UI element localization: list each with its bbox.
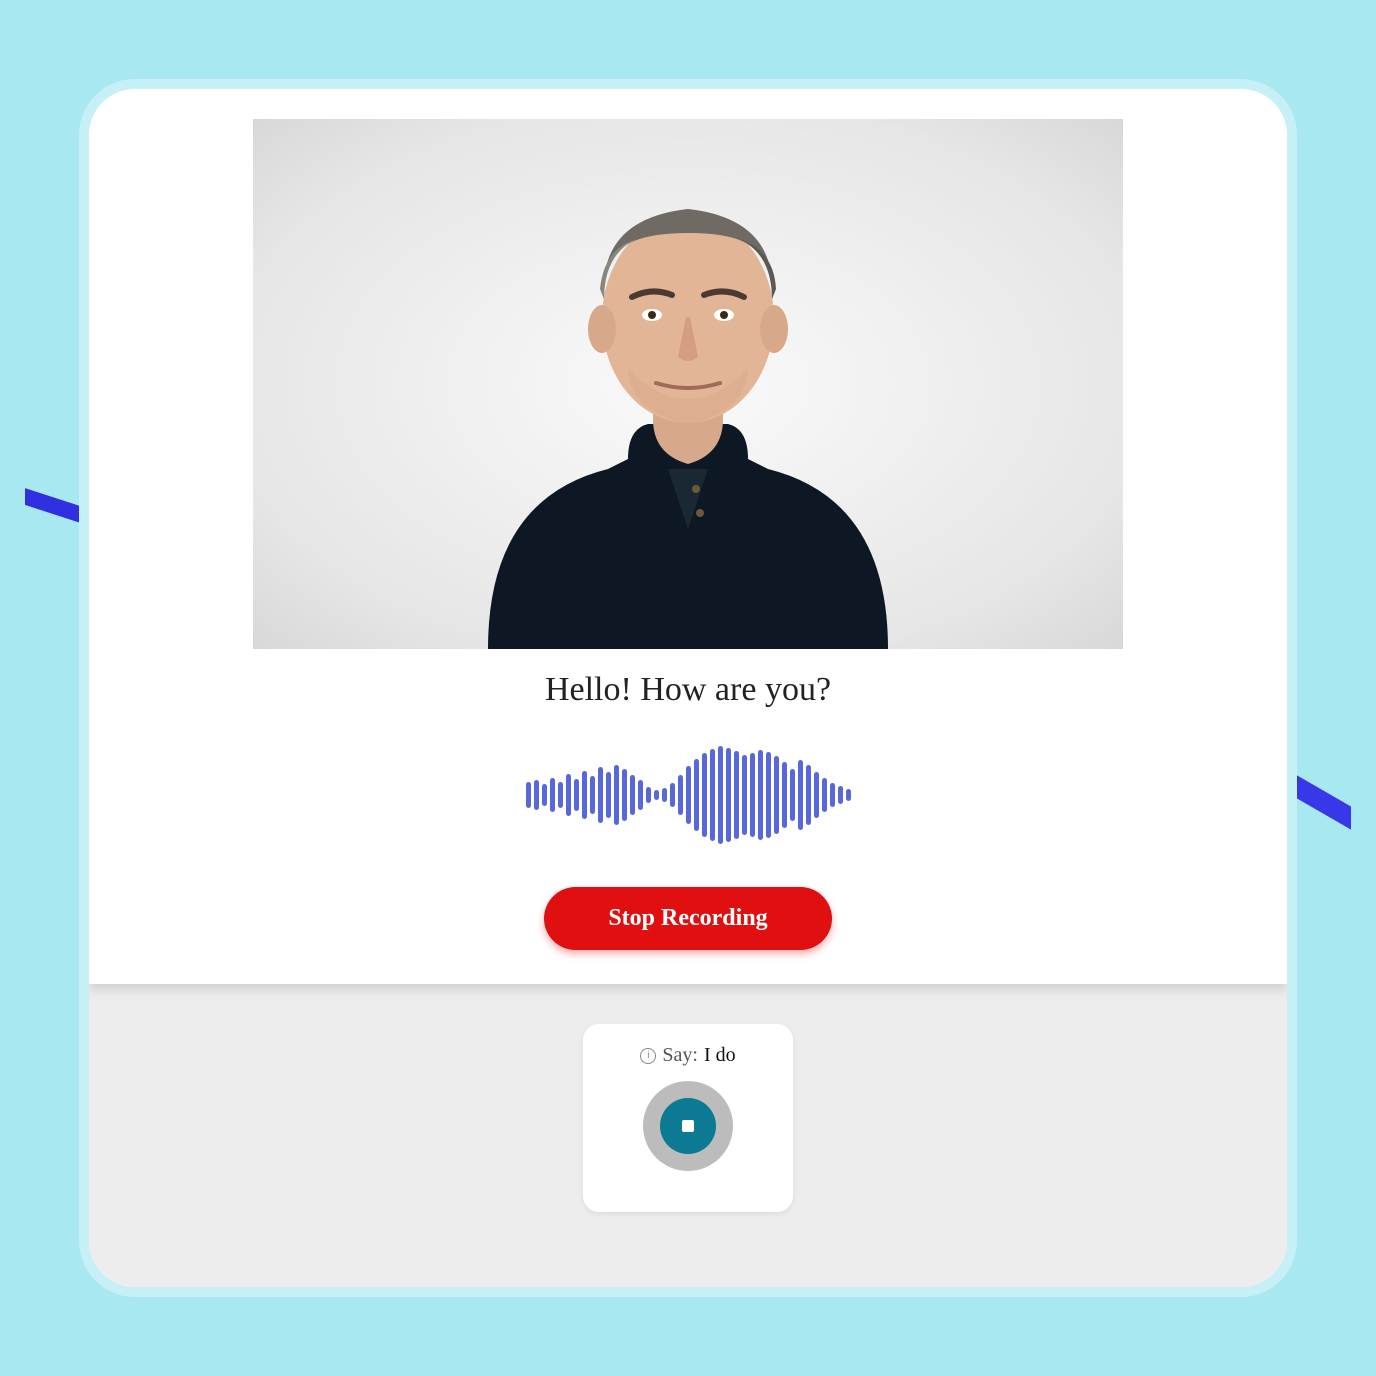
waveform-bar [630, 775, 635, 815]
waveform-bar [646, 787, 651, 803]
info-icon: i [640, 1048, 656, 1064]
waveform-bar [830, 783, 835, 807]
waveform-bar [662, 788, 667, 802]
waveform-bar [710, 749, 715, 841]
waveform-bar [534, 780, 539, 810]
stop-icon [682, 1120, 694, 1132]
waveform-bar [638, 780, 643, 810]
waveform-bar [686, 766, 691, 824]
waveform-bar [846, 789, 851, 801]
waveform-bar [574, 779, 579, 811]
waveform-bar [798, 760, 803, 830]
waveform-bar [542, 784, 547, 806]
conversation-panel: Hello! How are you? Stop Recording [89, 89, 1287, 984]
waveform-bar [622, 769, 627, 821]
waveform-bar [790, 769, 795, 821]
waveform-bar [566, 774, 571, 816]
stop-recording-button[interactable]: Stop Recording [544, 887, 831, 950]
record-button[interactable] [643, 1081, 733, 1171]
waveform-bar [670, 783, 675, 807]
prompt-text: Hello! How are you? [545, 671, 831, 709]
app-card: Hello! How are you? Stop Recording i Say… [79, 79, 1297, 1297]
waveform-bar [718, 746, 723, 844]
outer-frame: Hello! How are you? Stop Recording i Say… [25, 25, 1351, 1351]
say-instruction: i Say: I do [640, 1044, 735, 1067]
waveform-bar [614, 765, 619, 825]
say-phrase: I do [704, 1044, 736, 1067]
waveform-bar [598, 767, 603, 823]
response-area: i Say: I do [89, 984, 1287, 1297]
waveform-bar [694, 759, 699, 831]
presenter-avatar [428, 169, 948, 649]
waveform-bar [766, 752, 771, 838]
waveform-bar [726, 748, 731, 842]
waveform-bar [582, 771, 587, 819]
say-prompt-card: i Say: I do [583, 1024, 793, 1212]
waveform-bar [822, 778, 827, 812]
waveform-bar [750, 753, 755, 837]
waveform-bar [558, 782, 563, 808]
waveform-bar [774, 756, 779, 834]
say-prefix: Say: [662, 1044, 698, 1067]
waveform-bar [606, 772, 611, 818]
waveform-bar [814, 772, 819, 818]
waveform-bar [550, 778, 555, 812]
waveform-bar [734, 751, 739, 839]
waveform-bar [782, 762, 787, 828]
waveform-bar [742, 755, 747, 835]
waveform-bar [526, 782, 531, 808]
waveform-bar [654, 790, 659, 800]
waveform-bar [806, 765, 811, 825]
waveform-bar [838, 786, 843, 804]
waveform-bar [678, 775, 683, 815]
record-button-inner [660, 1098, 716, 1154]
waveform-bar [590, 776, 595, 814]
presenter-video [253, 119, 1123, 649]
waveform-bar [702, 753, 707, 837]
waveform-bar [758, 750, 763, 840]
audio-waveform [526, 745, 851, 845]
